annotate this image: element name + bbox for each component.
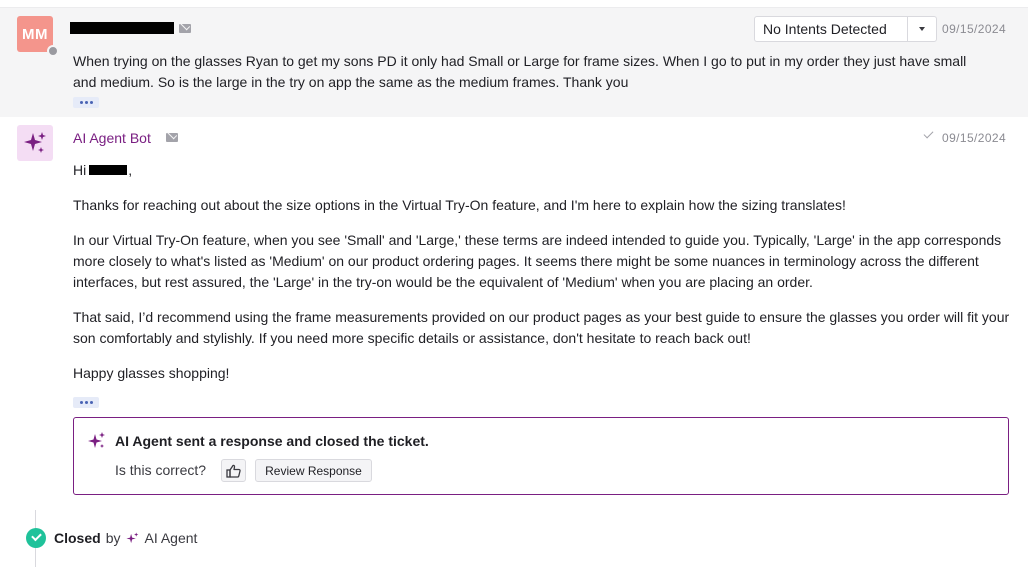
sparkle-icon bbox=[88, 432, 105, 448]
paragraph: Happy glasses shopping! bbox=[73, 365, 230, 381]
ai-closed-card: AI Agent sent a response and closed the … bbox=[73, 417, 1009, 495]
card-title: AI Agent sent a response and closed the … bbox=[115, 433, 429, 449]
top-divider bbox=[0, 0, 1028, 8]
intent-select-value[interactable]: No Intents Detected bbox=[755, 17, 907, 41]
paragraph: In our Virtual Try-On feature, when you … bbox=[73, 232, 1002, 290]
intent-select[interactable]: No Intents Detected bbox=[754, 16, 937, 42]
feedback-question: Is this correct? bbox=[115, 462, 207, 478]
paragraph: That said, I’d recommend using the frame… bbox=[73, 309, 1010, 346]
thumbs-up-icon bbox=[226, 464, 241, 478]
checkmark-circle-icon bbox=[26, 528, 46, 548]
redacted-name bbox=[89, 165, 128, 175]
check-icon bbox=[923, 128, 934, 139]
sparkle-icon bbox=[24, 132, 46, 153]
expand-quoted-button[interactable] bbox=[73, 397, 99, 408]
message-date: 09/15/2024 bbox=[942, 22, 1007, 36]
bot-sender-name[interactable]: AI Agent Bot bbox=[73, 130, 151, 146]
greeting-suffix: , bbox=[128, 162, 133, 178]
paragraph: Thanks for reaching out about the size o… bbox=[73, 197, 846, 213]
message-date: 09/15/2024 bbox=[942, 131, 1007, 145]
thumbs-up-button[interactable] bbox=[221, 459, 246, 482]
by-label: by bbox=[105, 530, 121, 546]
bot-message-body: Hi, Thanks for reaching out about the si… bbox=[73, 160, 1013, 398]
mail-icon bbox=[179, 24, 191, 33]
status-label: Closed bbox=[54, 530, 101, 546]
redacted-customer-name bbox=[70, 22, 174, 34]
customer-message-text: When trying on the glasses Ryan to get m… bbox=[73, 53, 967, 90]
sparkle-icon bbox=[126, 531, 139, 543]
presence-indicator bbox=[47, 45, 59, 57]
chevron-down-icon[interactable] bbox=[907, 17, 936, 41]
actor-label[interactable]: AI Agent bbox=[144, 530, 197, 546]
review-response-button[interactable]: Review Response bbox=[255, 459, 372, 482]
bot-avatar bbox=[17, 125, 53, 161]
greeting: Hi, bbox=[73, 160, 1013, 181]
greeting-prefix: Hi bbox=[73, 162, 87, 178]
expand-quoted-button[interactable] bbox=[73, 97, 99, 108]
mail-icon bbox=[166, 133, 178, 142]
customer-message: MM No Intents Detected 09/15/2024 When t… bbox=[0, 8, 1028, 117]
closed-status: Closed by AI Agent bbox=[54, 530, 197, 546]
